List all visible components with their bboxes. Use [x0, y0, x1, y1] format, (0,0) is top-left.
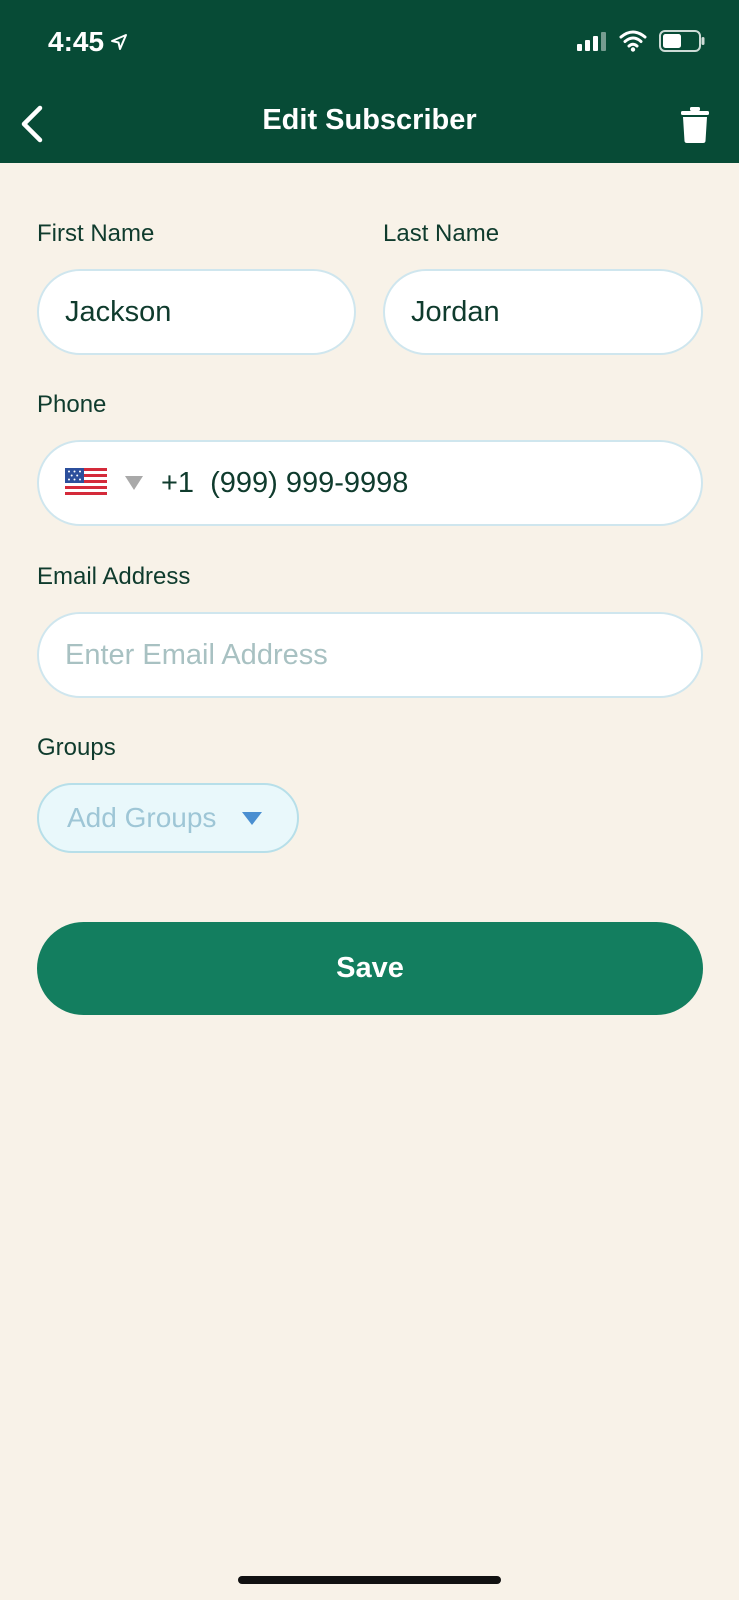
last-name-value: Jordan: [411, 295, 500, 328]
status-time-label: 4:45: [48, 26, 105, 57]
add-groups-placeholder: Add Groups: [67, 802, 217, 833]
phone-label: Phone: [37, 391, 107, 418]
country-code: +1: [161, 466, 195, 499]
page-title: Edit Subscriber: [262, 104, 477, 136]
groups-label: Groups: [37, 734, 116, 761]
last-name-label: Last Name: [383, 220, 500, 247]
wifi-icon: [619, 30, 647, 52]
cellular-signal-icon: [577, 32, 606, 51]
us-flag-icon: [65, 468, 107, 498]
status-indicators: [577, 30, 705, 52]
country-picker[interactable]: [65, 468, 143, 498]
battery-icon: [659, 30, 705, 52]
status-time: 4:45: [48, 26, 128, 58]
email-placeholder: Enter Email Address: [65, 638, 328, 671]
last-name-field[interactable]: Jordan: [383, 269, 703, 355]
save-button[interactable]: Save: [37, 922, 703, 1015]
home-indicator: [238, 1576, 501, 1584]
first-name-value: Jackson: [65, 295, 172, 328]
phone-value: (999) 999-9998: [210, 466, 409, 499]
app-header: 4:45 Edit Subscriber: [0, 0, 739, 163]
first-name-label: First Name: [37, 220, 155, 247]
email-label: Email Address: [37, 563, 191, 590]
first-name-field[interactable]: Jackson: [37, 269, 356, 355]
phone-field[interactable]: +1 (999) 999-9998: [37, 440, 703, 526]
caret-down-icon: [242, 811, 263, 825]
add-groups-dropdown[interactable]: Add Groups: [37, 783, 299, 853]
delete-subscriber-button[interactable]: [673, 103, 717, 147]
location-arrow-icon: [111, 34, 128, 50]
caret-down-icon: [125, 476, 143, 490]
trash-icon: [681, 107, 709, 143]
email-input[interactable]: Enter Email Address: [37, 612, 703, 698]
